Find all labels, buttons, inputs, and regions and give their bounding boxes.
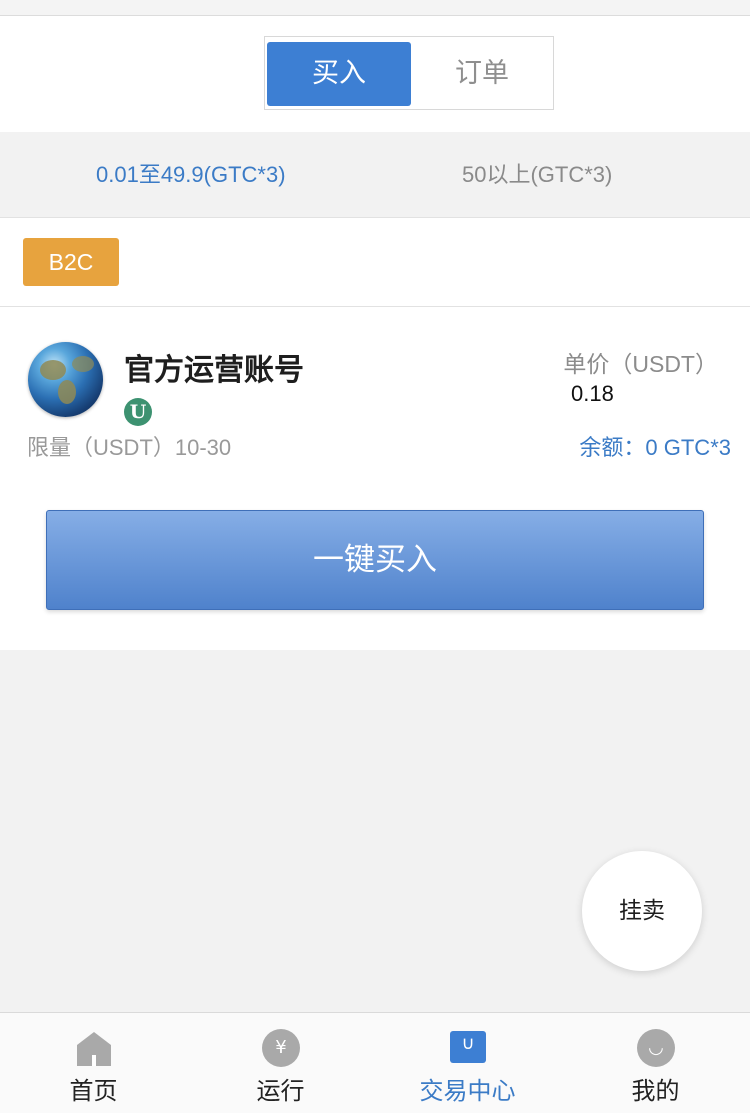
- tab-buy[interactable]: 买入: [267, 42, 411, 106]
- smile-icon: ◡: [637, 1029, 675, 1067]
- tab-trade-center[interactable]: ∪ 交易中心: [374, 1013, 561, 1113]
- category-row: B2C: [0, 218, 750, 307]
- limit-text: 限量（USDT）10-30: [27, 435, 232, 460]
- tab-running[interactable]: ¥ 运行: [187, 1013, 374, 1113]
- range-filter-small[interactable]: 0.01至49.9(GTC*3): [96, 132, 286, 217]
- range-filter-large[interactable]: 50以上(GTC*3): [462, 132, 612, 217]
- tab-trade-center-label: 交易中心: [419, 1077, 516, 1105]
- listing-card: 官方运营账号 U 限量（USDT）10-30 单价（USDT） 0.18 余额：…: [0, 307, 750, 650]
- tab-orders[interactable]: 订单: [411, 42, 553, 106]
- tab-mine[interactable]: ◡ 我的: [562, 1013, 749, 1113]
- shopping-bag-icon: ∪: [450, 1031, 486, 1063]
- header: 买入 订单: [0, 16, 750, 132]
- tab-home-label: 首页: [69, 1077, 118, 1105]
- tab-mine-label: 我的: [631, 1077, 680, 1105]
- price-label: 单价（USDT）: [563, 351, 718, 377]
- price-value: 0.18: [571, 381, 614, 406]
- verified-badge-icon: U: [124, 398, 152, 426]
- balance-text: 余额：0 GTC*3: [579, 435, 731, 460]
- status-strip: [0, 0, 750, 16]
- merchant-avatar: [28, 342, 103, 417]
- segmented-control: 买入 订单: [264, 36, 554, 110]
- quick-buy-button[interactable]: 一键买入: [46, 510, 704, 610]
- tab-running-label: 运行: [256, 1077, 305, 1105]
- yen-icon: ¥: [262, 1029, 300, 1067]
- merchant-name: 官方运营账号: [124, 353, 304, 388]
- sell-fab-button[interactable]: 挂卖: [582, 851, 702, 971]
- home-icon: [75, 1029, 113, 1067]
- range-filter-bar: 0.01至49.9(GTC*3) 50以上(GTC*3): [0, 132, 750, 218]
- category-badge[interactable]: B2C: [23, 238, 119, 286]
- tab-home[interactable]: 首页: [0, 1013, 187, 1113]
- bottom-tab-bar: 首页 ¥ 运行 ∪ 交易中心 ◡ 我的: [0, 1012, 750, 1113]
